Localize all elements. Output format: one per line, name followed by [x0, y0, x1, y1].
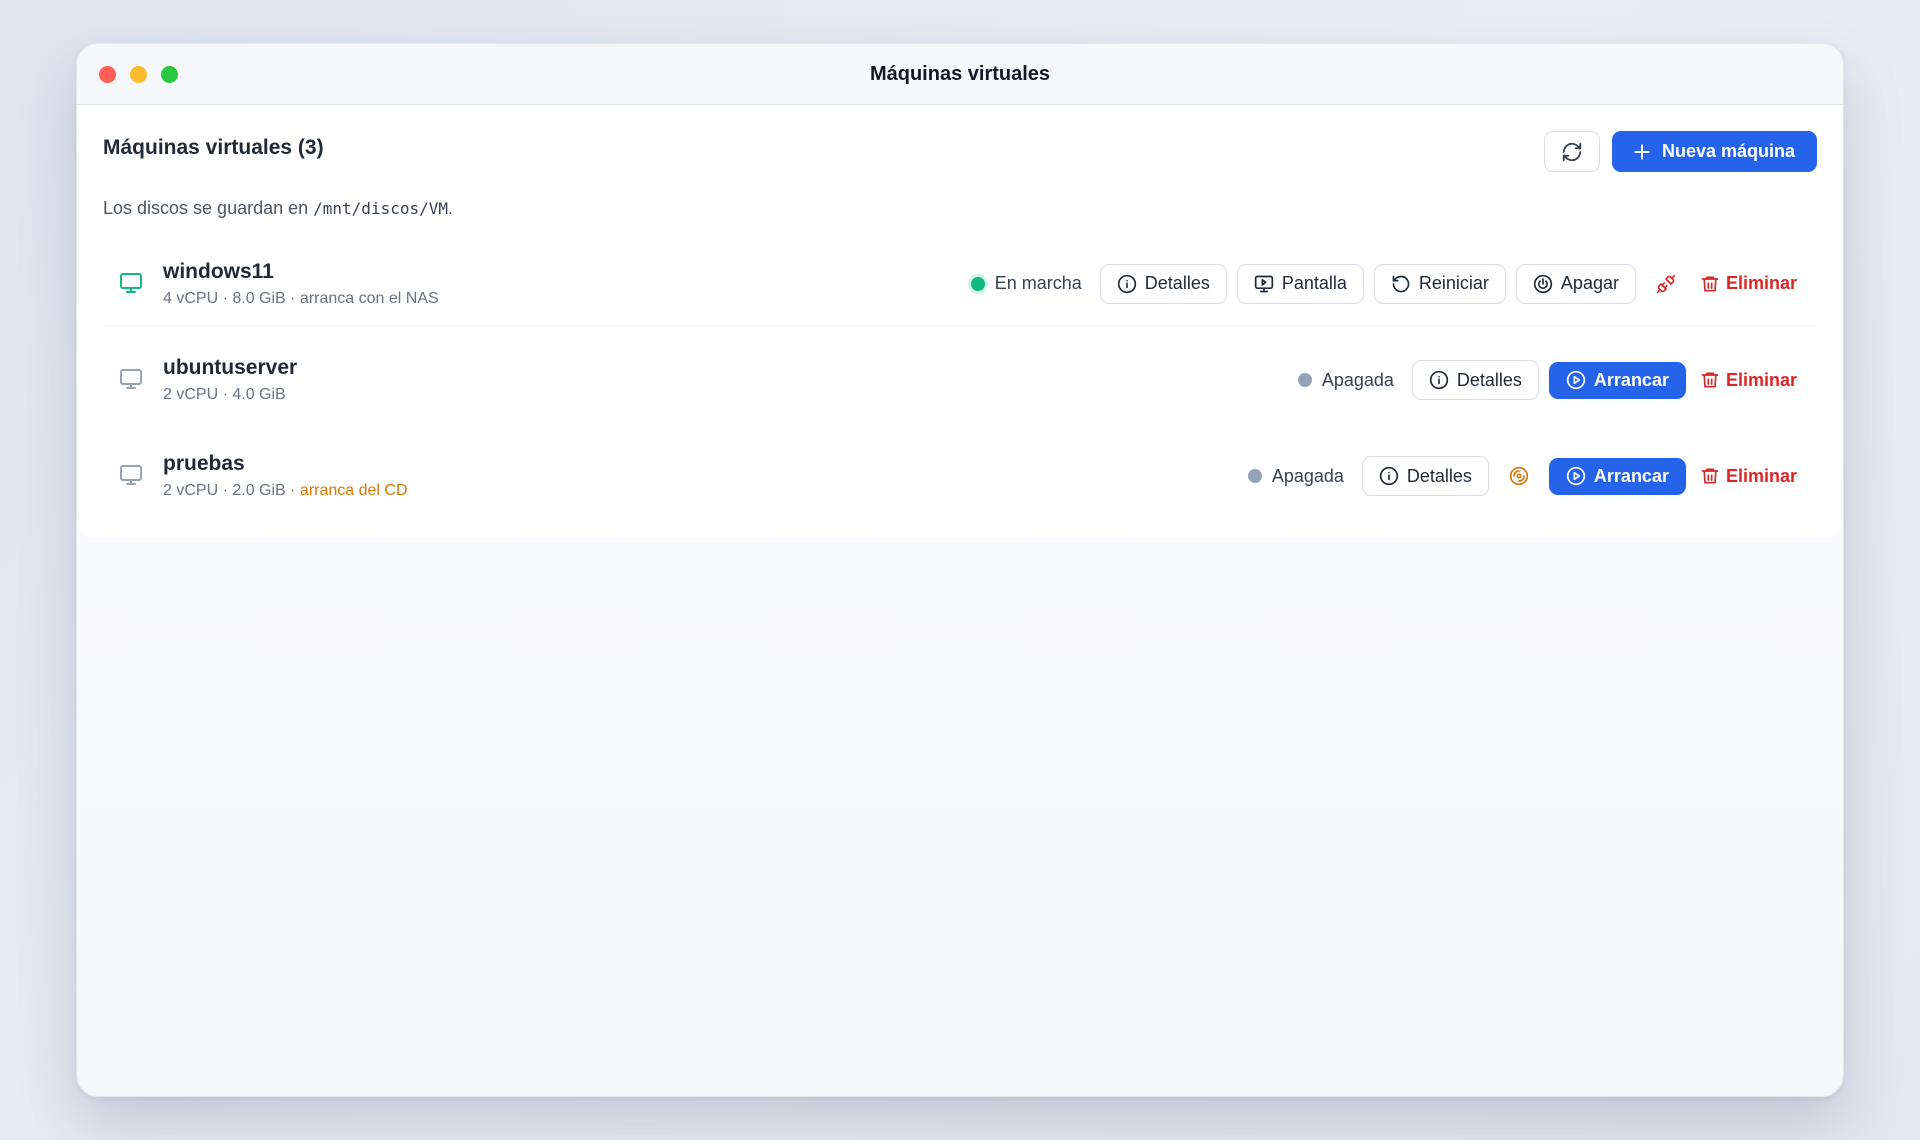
trash-icon — [1700, 466, 1720, 486]
storage-path: /mnt/discos/VM — [313, 199, 448, 218]
status-dot-running — [970, 276, 985, 291]
vm-meta: 2 vCPU · 4.0 GiB — [163, 386, 286, 403]
new-machine-label: Nueva máquina — [1661, 141, 1795, 161]
delete-label: Eliminar — [1725, 465, 1797, 486]
disc-icon — [1509, 466, 1529, 486]
refresh-icon — [1561, 141, 1583, 163]
delete-button[interactable]: Eliminar — [1696, 273, 1801, 294]
start-label: Arrancar — [1593, 369, 1669, 390]
details-label: Detalles — [1456, 369, 1522, 390]
title-bar: Máquinas virtuales — [77, 44, 1843, 105]
start-button[interactable]: Arrancar — [1548, 361, 1686, 399]
vm-info: windows11 4 vCPU · 8.0 GiB · arranca con… — [163, 260, 439, 308]
status-badge: Apagada — [1297, 369, 1394, 391]
status-dot-stopped — [1247, 469, 1262, 483]
new-machine-button[interactable]: Nueva máquina — [1611, 131, 1817, 172]
shutdown-button[interactable]: Apagar — [1515, 263, 1636, 304]
vm-meta: 2 vCPU · 2.0 GiB · arranca del CD — [163, 482, 408, 500]
storage-note: Los discos se guardan en /mnt/discos/VM. — [103, 198, 453, 219]
start-label: Arrancar — [1593, 465, 1669, 486]
status-label: Apagada — [1321, 369, 1394, 390]
trash-icon — [1700, 274, 1720, 294]
power-icon — [1533, 274, 1553, 294]
shutdown-label: Apagar — [1560, 273, 1619, 293]
eject-cd-button[interactable] — [1499, 456, 1539, 496]
delete-button[interactable]: Eliminar — [1696, 370, 1801, 391]
restart-icon — [1391, 274, 1411, 294]
restart-label: Reiniciar — [1418, 273, 1489, 293]
screen-icon — [1254, 274, 1274, 294]
refresh-button[interactable] — [1543, 131, 1600, 172]
vm-row: windows11 4 vCPU · 8.0 GiB · arranca con… — [103, 242, 1817, 326]
vm-meta: 4 vCPU · 8.0 GiB · arranca con el NAS — [163, 289, 439, 307]
info-icon — [1429, 370, 1449, 390]
details-button[interactable]: Detalles — [1361, 456, 1489, 496]
unplug-icon — [1656, 274, 1676, 294]
monitor-icon — [119, 271, 145, 297]
status-label: En marcha — [994, 273, 1082, 293]
plus-icon — [1632, 142, 1652, 162]
vm-row: pruebas 2 vCPU · 2.0 GiB · arranca del C… — [103, 434, 1817, 518]
page-title: Máquinas virtuales (3) — [103, 136, 324, 159]
vm-info: pruebas 2 vCPU · 2.0 GiB · arranca del C… — [163, 452, 408, 500]
vm-info: ubuntuserver 2 vCPU · 4.0 GiB — [163, 356, 297, 404]
details-button[interactable]: Detalles — [1411, 360, 1539, 400]
details-button[interactable]: Detalles — [1099, 263, 1227, 304]
info-icon — [1117, 274, 1137, 294]
boot-from-cd-note: arranca del CD — [299, 482, 408, 499]
vm-actions: Apagada Detalles Arrancar Eliminar — [1247, 456, 1817, 496]
play-icon — [1566, 466, 1586, 486]
app-window: Máquinas virtuales Máquinas virtuales (3… — [76, 43, 1844, 1097]
start-button[interactable]: Arrancar — [1548, 457, 1686, 495]
vm-actions: Apagada Detalles Arrancar Eliminar — [1297, 360, 1817, 400]
maximize-window-button[interactable] — [161, 66, 178, 83]
vm-name: ubuntuserver — [163, 356, 298, 379]
status-label: Apagada — [1271, 465, 1344, 486]
minimize-window-button[interactable] — [130, 66, 147, 83]
vm-panel: Máquinas virtuales (3) Nueva máquina Los… — [77, 106, 1843, 538]
status-badge: En marcha — [970, 273, 1082, 294]
delete-label: Eliminar — [1725, 273, 1797, 293]
vm-row: ubuntuserver 2 vCPU · 4.0 GiB Apagada De… — [103, 338, 1817, 422]
trash-icon — [1700, 370, 1720, 390]
monitor-icon — [119, 463, 145, 489]
screen-button[interactable]: Pantalla — [1236, 263, 1364, 304]
window-controls — [99, 66, 178, 83]
vm-name: windows11 — [163, 259, 274, 283]
vm-actions: En marcha Detalles Pantalla Reiniciar Ap… — [970, 263, 1817, 304]
force-off-button[interactable] — [1646, 264, 1686, 304]
info-icon — [1379, 466, 1399, 486]
details-label: Detalles — [1406, 465, 1472, 486]
storage-note-prefix: Los discos se guardan en — [103, 198, 314, 218]
vm-meta-specs: 2 vCPU · 2.0 GiB · — [163, 482, 300, 499]
delete-label: Eliminar — [1725, 369, 1797, 390]
delete-button[interactable]: Eliminar — [1696, 466, 1801, 487]
close-window-button[interactable] — [99, 66, 116, 83]
window-title: Máquinas virtuales — [869, 62, 1051, 85]
vm-name: pruebas — [163, 452, 245, 475]
storage-note-suffix: . — [448, 198, 454, 218]
restart-button[interactable]: Reiniciar — [1373, 263, 1506, 304]
status-badge: Apagada — [1247, 465, 1344, 487]
play-icon — [1566, 370, 1586, 390]
screen-label: Pantalla — [1281, 273, 1347, 293]
monitor-icon — [119, 367, 145, 393]
details-label: Detalles — [1144, 273, 1210, 293]
header-actions: Nueva máquina — [1543, 131, 1817, 172]
status-dot-stopped — [1297, 373, 1312, 387]
